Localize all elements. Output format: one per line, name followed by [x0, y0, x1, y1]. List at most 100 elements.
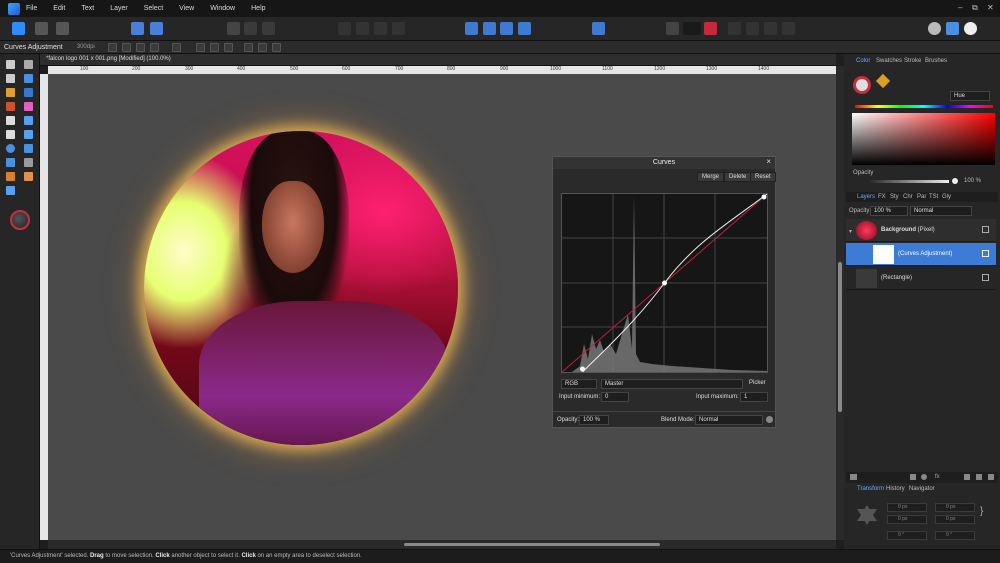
restore-button[interactable]: ⧉ — [972, 3, 978, 13]
curve-control-point[interactable] — [662, 280, 667, 286]
blend-mode-select[interactable]: Normal — [695, 415, 763, 425]
curve-control-point[interactable] — [761, 194, 767, 200]
document-tab[interactable]: *falcon logo 001 x 001.png [Modified] (1… — [40, 54, 836, 66]
tab-transform[interactable]: Transform — [857, 486, 884, 492]
zoom-tool-icon[interactable] — [6, 186, 15, 195]
tab-layers[interactable]: Layers — [857, 194, 875, 200]
quick-mask-icon[interactable] — [728, 22, 741, 35]
text-tool-icon[interactable] — [24, 158, 33, 167]
arrange-back-icon[interactable] — [338, 22, 351, 35]
channel-select[interactable]: Master — [601, 379, 743, 389]
settings-gear-icon[interactable] — [766, 416, 773, 423]
close-window-button[interactable]: ✕ — [987, 3, 994, 12]
input-max-field[interactable]: 1 — [740, 392, 768, 402]
transform-w-field[interactable]: 0 px — [887, 515, 927, 524]
add-layer-icon[interactable] — [964, 474, 970, 480]
expand-chevron-icon[interactable]: ▾ — [849, 228, 852, 235]
reset-button[interactable]: Reset — [750, 172, 776, 182]
context-align-c-icon[interactable] — [224, 43, 233, 52]
link-proportions-icon[interactable]: } — [980, 506, 983, 517]
merge-button[interactable]: Merge — [697, 172, 725, 182]
eyedropper-tool-icon[interactable] — [6, 172, 15, 181]
marquee-icon[interactable] — [227, 22, 240, 35]
arrange-forward-icon[interactable] — [356, 22, 369, 35]
color-mode-select[interactable]: Hue — [950, 91, 990, 101]
layer-row-curves[interactable]: (Curves Adjustment) — [846, 243, 996, 266]
tab-stroke[interactable]: Stroke — [904, 58, 921, 64]
layers-blend-select[interactable]: Normal — [910, 206, 972, 216]
paint-brush-icon[interactable] — [6, 88, 15, 97]
context-align-d-icon[interactable] — [244, 43, 253, 52]
transform-y-field[interactable]: 0 px — [935, 503, 975, 512]
gradient-tool-icon[interactable] — [24, 116, 33, 125]
tab-color[interactable]: Color — [856, 58, 870, 64]
context-merge-icon[interactable] — [136, 43, 145, 52]
align-top-icon[interactable] — [518, 22, 531, 35]
transform-rotation-field[interactable]: 0 ° — [887, 531, 927, 540]
context-align-a-icon[interactable] — [196, 43, 205, 52]
context-crop-icon[interactable] — [122, 43, 131, 52]
tab-styles[interactable]: Sty — [890, 194, 899, 200]
context-transform-icon[interactable] — [108, 43, 117, 52]
fx-layer-icon[interactable]: fx — [935, 474, 940, 480]
tab-text-styles[interactable]: TSt — [929, 194, 938, 200]
develop-icon[interactable] — [131, 22, 144, 35]
context-lock-icon[interactable] — [150, 43, 159, 52]
star-tool-icon[interactable] — [6, 158, 15, 167]
eraser-tool-icon[interactable] — [6, 130, 15, 139]
fill-tool-icon[interactable] — [24, 130, 33, 139]
menu-window[interactable]: Window — [210, 5, 235, 12]
grid-persona-icon[interactable] — [35, 22, 48, 35]
tab-glyphs[interactable]: Gly — [942, 194, 951, 200]
dodge-tool-icon[interactable] — [6, 116, 15, 125]
ellipse-tool-icon[interactable] — [6, 144, 15, 153]
horizontal-scroll-thumb[interactable] — [404, 543, 660, 546]
tab-swatches[interactable]: Swatches — [876, 58, 902, 64]
snapping-magnet-icon[interactable] — [704, 22, 717, 35]
vertical-scroll-thumb[interactable] — [838, 262, 842, 412]
mask-layer-icon[interactable] — [910, 474, 916, 480]
layers-opacity-field[interactable]: 100 % — [870, 206, 908, 216]
layer-row-background[interactable]: ▾ Background (Pixel) — [846, 219, 996, 242]
opacity-field[interactable]: 100 % — [579, 415, 609, 425]
transform-h-field[interactable]: 0 px — [935, 515, 975, 524]
tab-paragraph[interactable]: Par — [917, 194, 926, 200]
clone-tool-icon[interactable] — [6, 102, 15, 111]
opacity-slider-handle[interactable] — [952, 178, 958, 184]
selection-icon[interactable] — [244, 22, 257, 35]
align-center-icon[interactable] — [483, 22, 496, 35]
group-layer-icon[interactable] — [976, 474, 982, 480]
pointer-tool-icon[interactable] — [6, 74, 15, 83]
arrange-front-icon[interactable] — [374, 22, 387, 35]
transform-x-field[interactable]: 0 px — [887, 503, 927, 512]
menu-layer[interactable]: Layer — [110, 5, 128, 12]
share-icon[interactable] — [56, 22, 69, 35]
visibility-checkbox[interactable] — [982, 226, 989, 233]
color-opacity-value[interactable]: 100 % — [964, 178, 981, 184]
context-align-b-icon[interactable] — [210, 43, 219, 52]
color-swatch-icon[interactable] — [10, 210, 30, 230]
color-picker-tool-icon[interactable] — [24, 102, 33, 111]
assistant-icon[interactable] — [928, 22, 941, 35]
layer-row-rectangle[interactable]: (Rectangle) — [846, 267, 996, 290]
photo-persona-icon[interactable] — [12, 22, 25, 35]
adjust-icon[interactable] — [764, 22, 777, 35]
picker-button[interactable]: Picker — [749, 380, 766, 386]
input-min-field[interactable]: 0 — [601, 392, 629, 402]
hand-tool-icon[interactable] — [24, 172, 33, 181]
node-tool-icon[interactable] — [24, 74, 33, 83]
delete-button[interactable]: Delete — [724, 172, 752, 182]
distribute-icon[interactable] — [592, 22, 605, 35]
close-icon[interactable]: × — [766, 157, 771, 166]
curve-graph-svg[interactable] — [561, 193, 768, 373]
layers-menu-icon[interactable] — [850, 474, 857, 480]
mask-icon[interactable] — [746, 22, 759, 35]
vertical-scrollbar[interactable] — [836, 66, 844, 540]
context-align-e-icon[interactable] — [258, 43, 267, 52]
fx-icon[interactable] — [782, 22, 795, 35]
context-group-icon[interactable] — [172, 43, 181, 52]
fill-color-swatch-icon[interactable] — [853, 76, 871, 94]
snap-dropdown[interactable] — [683, 22, 701, 35]
horizontal-scrollbar[interactable] — [48, 540, 836, 549]
align-left-icon[interactable] — [465, 22, 478, 35]
